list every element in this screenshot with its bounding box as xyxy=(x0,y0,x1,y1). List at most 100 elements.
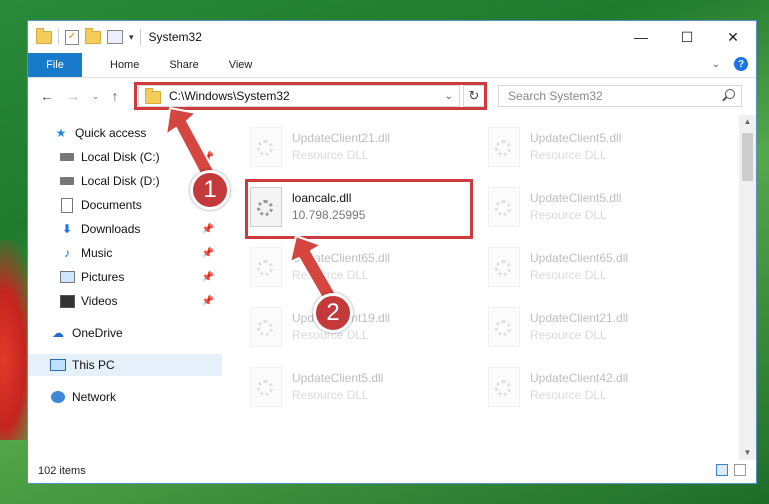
title-bar: ✓ ▾ System32 — ☐ ✕ xyxy=(28,21,756,53)
pictures-icon xyxy=(59,270,75,284)
search-icon[interactable] xyxy=(725,89,735,99)
window-controls: — ☐ ✕ xyxy=(618,21,756,53)
sidebar-item-network[interactable]: Network xyxy=(28,386,222,408)
file-name: UpdateClient21.dll xyxy=(292,131,391,145)
document-icon xyxy=(59,197,75,213)
sidebar-item-label: Quick access xyxy=(75,126,147,140)
pin-icon: 📌 xyxy=(201,295,214,307)
sidebar-item-label: Documents xyxy=(81,198,142,212)
window-title: System32 xyxy=(148,30,202,44)
sidebar-item-music[interactable]: ♪ Music 📌 xyxy=(28,242,222,264)
step-2-badge: 2 xyxy=(313,293,353,333)
file-description: Resource DLL xyxy=(292,268,369,282)
properties-check-icon[interactable]: ✓ xyxy=(65,29,79,45)
dll-file-icon xyxy=(488,367,520,407)
gear-icon xyxy=(495,320,511,336)
view-options-icon[interactable] xyxy=(107,30,123,44)
sidebar-item-label: Pictures xyxy=(81,270,125,284)
sidebar-item-label: OneDrive xyxy=(72,326,123,340)
navigation-pane: ★ Quick access Local Disk (C:) 📌 Local D… xyxy=(28,115,222,460)
gear-icon xyxy=(495,200,511,216)
file-description: Resource DLL xyxy=(292,388,369,402)
scrollbar-thumb[interactable] xyxy=(742,133,753,181)
sidebar-item-videos[interactable]: Videos 📌 xyxy=(28,290,222,312)
vertical-scrollbar[interactable]: ▲ ▼ xyxy=(739,115,756,460)
file-list: UpdateClient21.dll Resource DLL UpdateCli… xyxy=(222,115,742,460)
dll-file-icon xyxy=(250,127,282,167)
file-item[interactable]: UpdateClient19.dllResource DLL xyxy=(250,301,460,353)
gear-icon xyxy=(495,260,511,276)
maximize-button[interactable]: ☐ xyxy=(664,21,710,53)
pin-icon: 📌 xyxy=(201,271,214,283)
file-item[interactable]: UpdateClient42.dll Resource DLL xyxy=(488,361,698,413)
sidebar-item-onedrive[interactable]: ☁ OneDrive xyxy=(28,322,222,344)
dll-file-icon xyxy=(250,247,282,287)
file-description: Resource DLL xyxy=(292,148,369,162)
drive-icon xyxy=(59,174,75,188)
pin-icon: 📌 xyxy=(201,151,214,163)
help-icon[interactable]: ? xyxy=(734,57,748,71)
file-item[interactable]: UpdateClient5.dll Resource DLL xyxy=(250,361,460,413)
new-folder-icon[interactable] xyxy=(85,27,101,44)
details-view-icon[interactable] xyxy=(716,464,728,476)
file-name: UpdateClient5.dll xyxy=(530,191,622,205)
search-box[interactable]: Search System32 xyxy=(498,85,742,107)
file-description: Resource DLL xyxy=(530,268,607,282)
navigation-buttons: ← → ⌄ ↑ xyxy=(28,88,119,104)
sidebar-item-label: Local Disk (D:) xyxy=(81,174,160,188)
dll-file-icon xyxy=(488,247,520,287)
computer-icon xyxy=(50,358,66,372)
file-item[interactable]: UpdateClient65.dll Resource DLL xyxy=(488,241,698,293)
sidebar-item-label: Local Disk (C:) xyxy=(81,150,160,164)
tab-home[interactable]: Home xyxy=(95,59,154,71)
sidebar-item-label: Downloads xyxy=(81,222,141,236)
music-icon: ♪ xyxy=(64,246,70,260)
dll-file-icon xyxy=(250,367,282,407)
sidebar-item-quick-access[interactable]: ★ Quick access xyxy=(28,122,222,144)
dll-file-icon xyxy=(488,127,520,167)
customize-toolbar-chevron-icon[interactable]: ▾ xyxy=(129,32,134,43)
gear-icon xyxy=(495,380,511,396)
sidebar-item-label: Network xyxy=(72,390,117,404)
sidebar-item-this-pc[interactable]: This PC xyxy=(28,354,222,376)
dll-file-icon xyxy=(488,187,520,227)
file-item[interactable]: UpdateClient5.dll Resource DLL xyxy=(488,181,698,233)
expand-ribbon-chevron-icon[interactable]: ⌄ xyxy=(712,59,720,70)
scroll-down-arrow-icon[interactable]: ▼ xyxy=(739,446,756,460)
network-icon xyxy=(50,390,66,404)
forward-button[interactable]: → xyxy=(66,88,80,104)
step-1-badge: 1 xyxy=(190,170,230,210)
item-count: 102 items xyxy=(38,465,86,477)
cloud-icon: ☁ xyxy=(52,326,64,340)
file-description: Resource DLL xyxy=(530,328,607,342)
file-item[interactable]: UpdateClient21.dll Resource DLL xyxy=(250,121,460,173)
sidebar-item-label: Videos xyxy=(81,294,118,308)
back-button[interactable]: ← xyxy=(40,88,54,104)
sidebar-item-pictures[interactable]: Pictures 📌 xyxy=(28,266,222,288)
tab-share[interactable]: Share xyxy=(154,59,213,71)
minimize-button[interactable]: — xyxy=(618,21,664,53)
scroll-up-arrow-icon[interactable]: ▲ xyxy=(739,115,756,129)
large-icons-view-icon[interactable] xyxy=(734,464,746,476)
file-name: UpdateClient5.dll xyxy=(530,131,622,145)
tab-view[interactable]: View xyxy=(214,59,268,71)
search-input[interactable]: Search System32 xyxy=(508,89,603,103)
file-name: UpdateClient65.dll xyxy=(292,251,391,265)
separator xyxy=(58,29,59,45)
pin-icon: 📌 xyxy=(201,223,214,235)
folder-icon xyxy=(36,27,52,44)
star-icon: ★ xyxy=(55,126,67,140)
file-item[interactable]: UpdateClient5.dll Resource DLL xyxy=(488,121,698,173)
drive-icon xyxy=(59,150,75,164)
file-description: Resource DLL xyxy=(530,148,607,162)
close-button[interactable]: ✕ xyxy=(710,21,756,53)
up-button[interactable]: ↑ xyxy=(112,88,119,104)
file-highlight xyxy=(245,179,473,239)
recent-locations-button[interactable]: ⌄ xyxy=(92,91,100,102)
quick-access-toolbar: ✓ ▾ xyxy=(28,21,141,53)
sidebar-item-downloads[interactable]: ⬇ Downloads 📌 xyxy=(28,218,222,240)
file-item[interactable]: UpdateClient65.dll Resource DLL xyxy=(250,241,460,293)
sidebar-item-local-disk-c[interactable]: Local Disk (C:) 📌 xyxy=(28,146,222,168)
file-item[interactable]: UpdateClient21.dll Resource DLL xyxy=(488,301,698,353)
tab-file[interactable]: File xyxy=(28,53,82,77)
